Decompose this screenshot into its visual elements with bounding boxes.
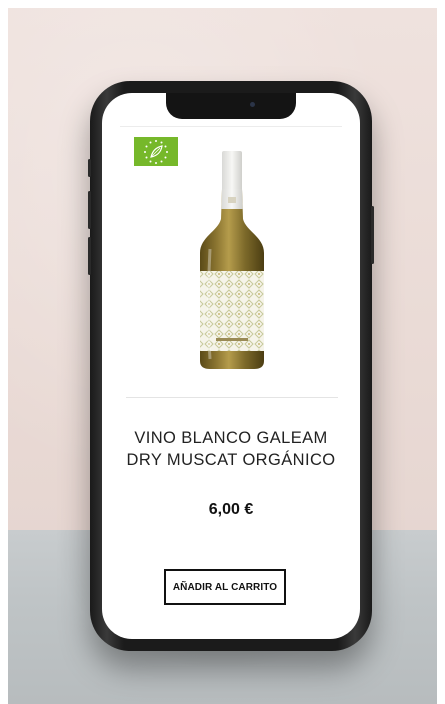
header-divider (120, 126, 342, 127)
product-title: VINO BLANCO GALEAM DRY MUSCAT ORGÁNICO (126, 429, 336, 469)
product-price: 6,00 € (208, 501, 254, 518)
mockup-scene: VINO BLANCO GALEAM DRY MUSCAT ORGÁNICO 6… (8, 8, 437, 704)
phone-notch (166, 93, 296, 119)
phone-device: VINO BLANCO GALEAM DRY MUSCAT ORGÁNICO 6… (88, 81, 374, 651)
phone-volume-down (88, 237, 91, 275)
phone-silent-switch (88, 159, 91, 177)
phone-screen: VINO BLANCO GALEAM DRY MUSCAT ORGÁNICO 6… (102, 93, 360, 639)
phone-power-button (371, 206, 374, 264)
image-divider (126, 397, 338, 398)
wine-bottle-icon (194, 149, 270, 373)
eu-organic-leaf-icon (134, 137, 178, 166)
phone-volume-up (88, 191, 91, 229)
camera-icon (250, 102, 255, 107)
add-to-cart-button[interactable]: AÑADIR AL CARRITO (164, 569, 286, 605)
